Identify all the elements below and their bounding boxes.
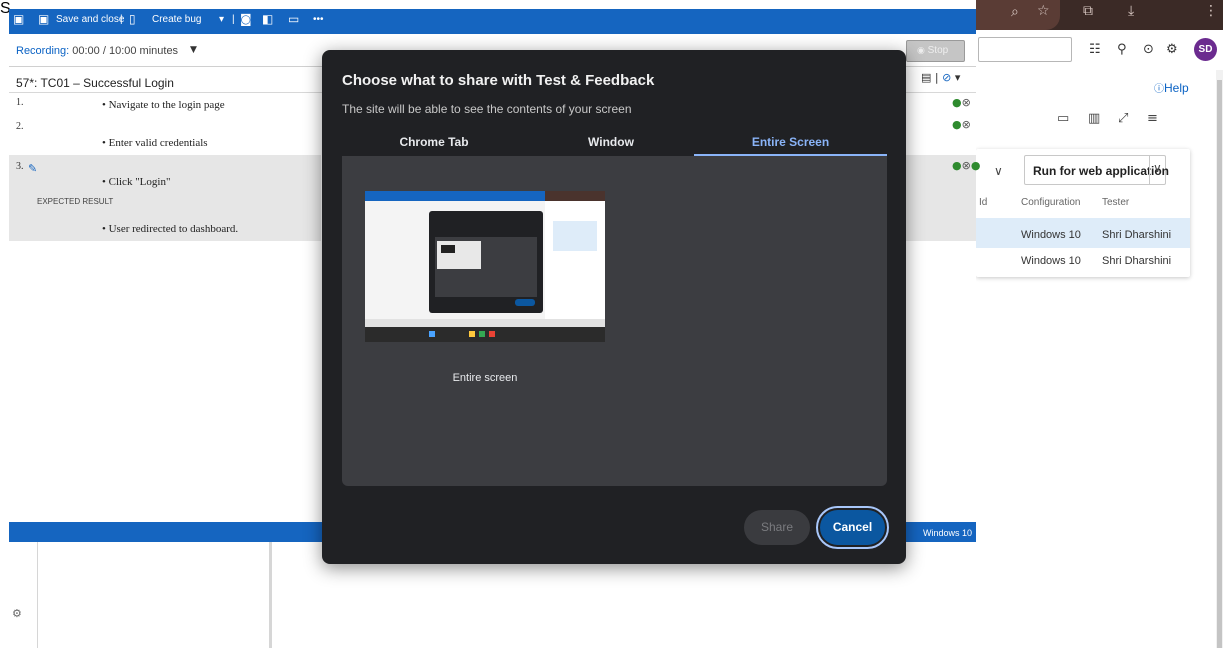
step-1-action: • Navigate to the login page xyxy=(102,99,225,111)
entire-screen-thumbnail[interactable] xyxy=(365,191,605,342)
step-3-text: Click "Login" xyxy=(108,176,171,188)
pass-all-icon[interactable]: ⊘ xyxy=(942,71,951,84)
download-icon[interactable]: ⤓ xyxy=(1128,3,1134,19)
pass-icon[interactable]: ● xyxy=(971,159,981,172)
help-link[interactable]: ⓘHelp xyxy=(1154,80,1189,95)
row-1-configuration: Windows 10 xyxy=(1021,229,1081,241)
tab-entire-screen[interactable]: Entire Screen xyxy=(694,135,887,155)
help-icon: ⓘ xyxy=(1154,84,1164,95)
search-icon[interactable]: ⌕ xyxy=(1011,4,1019,20)
test-case-title: 57*: TC01 – Successful Login xyxy=(16,76,174,90)
capture-notes-icon[interactable]: ◧ xyxy=(262,12,273,26)
settings-gear-icon[interactable]: ⚙ xyxy=(12,607,22,620)
fail-icon[interactable]: ⊗ xyxy=(962,159,971,172)
source-label: Entire screen xyxy=(452,372,518,384)
column-header-id[interactable]: Id xyxy=(979,197,987,208)
lower-left-panel xyxy=(37,542,272,648)
run-button-divider xyxy=(1149,156,1150,184)
save-and-close-icon[interactable]: ▣ xyxy=(38,12,49,26)
page-scrollbar-thumb[interactable] xyxy=(1217,80,1222,648)
pass-icon[interactable]: ● xyxy=(952,96,962,109)
stop-text: Stop xyxy=(927,45,949,56)
create-bug-button[interactable]: Create bug xyxy=(152,14,201,25)
expected-result-label: EXPECTED RESULT xyxy=(37,197,114,206)
save-and-close-button[interactable]: Save and close xyxy=(56,14,124,25)
extensions-icon[interactable]: ⧉ xyxy=(1083,3,1093,19)
step-3-expected-text: User redirected to dashboard. xyxy=(108,223,239,235)
more-options-icon[interactable]: ••• xyxy=(313,14,324,25)
step-3-expected: • User redirected to dashboard. xyxy=(102,223,239,235)
row-2-configuration: Windows 10 xyxy=(1021,255,1081,267)
column-options-icon[interactable]: ▥ xyxy=(1088,111,1100,126)
edit-pencil-icon[interactable]: ✎ xyxy=(28,162,37,175)
share-label: Share xyxy=(760,520,794,534)
test-case-header-icons: ▤ | ⊘ ▾ xyxy=(921,71,961,84)
step-1-outcome[interactable]: ●⊗ xyxy=(952,96,971,109)
user-avatar[interactable]: SD xyxy=(1194,38,1217,61)
column-header-tester[interactable]: Tester xyxy=(1102,197,1129,208)
recording-dropdown-icon[interactable]: ▼ xyxy=(190,45,197,55)
fail-icon[interactable]: ⊗ xyxy=(962,118,971,131)
work-list-icon[interactable]: ☷ xyxy=(1089,42,1101,57)
save-icon[interactable]: ▣ xyxy=(13,12,24,26)
dialog-title: Choose what to share with Test & Feedbac… xyxy=(342,72,655,89)
screenshot-icon[interactable]: ◙ xyxy=(240,12,252,26)
record-screen-icon[interactable]: ▭ xyxy=(288,12,299,26)
step-1-number: 1. xyxy=(16,97,24,108)
filter-icon[interactable]: ≡ xyxy=(1147,111,1158,126)
recording-time: 00:00 / 10:00 minutes xyxy=(72,45,179,57)
notes-icon[interactable]: ▤ xyxy=(921,71,931,84)
dialog-subtitle: The site will be able to see the content… xyxy=(342,102,632,116)
cancel-label: Cancel xyxy=(832,520,873,534)
create-bug-icon[interactable]: ▯ xyxy=(129,12,136,26)
column-header-configuration[interactable]: Configuration xyxy=(1021,197,1080,208)
ado-search-input[interactable] xyxy=(978,37,1072,62)
pass-icon[interactable]: ● xyxy=(952,159,962,172)
recording-status: Recording: 00:00 / 10:00 minutes xyxy=(16,45,178,57)
step-2-text: Enter valid credentials xyxy=(108,137,208,149)
step-2-action: • Enter valid credentials xyxy=(102,137,208,149)
step-3-action: • Click "Login" xyxy=(102,176,171,188)
pass-icon[interactable]: ● xyxy=(952,118,962,131)
outcome-dropdown-icon[interactable]: ▾ xyxy=(955,71,961,84)
toolbar-divider: | xyxy=(120,14,123,25)
user-settings-icon[interactable]: ⚙ xyxy=(1166,42,1178,57)
help-label: Help xyxy=(1164,81,1189,95)
step-1-text: Navigate to the login page xyxy=(108,99,225,111)
bookmark-star-icon[interactable]: ☆ xyxy=(1037,3,1050,19)
expand-icon[interactable]: ⤢ xyxy=(1118,111,1128,126)
marketplace-icon[interactable]: ⚲ xyxy=(1117,42,1127,57)
tab-window[interactable]: Window xyxy=(526,135,696,155)
row-1-tester: Shri Dharshini xyxy=(1102,229,1172,241)
stop-label: ◉ Stop xyxy=(917,45,948,56)
stop-icon: ◉ xyxy=(917,46,925,56)
toolbar-divider: | xyxy=(232,14,235,25)
help-circle-icon[interactable]: ⊙ xyxy=(1143,42,1154,57)
row-2-tester: Shri Dharshini xyxy=(1102,255,1172,267)
step-3-number: 3. xyxy=(16,161,24,172)
step-2-number: 2. xyxy=(16,121,24,132)
tab-chrome-tab[interactable]: Chrome Tab xyxy=(342,135,526,155)
run-options-chevron-icon[interactable]: ∨ xyxy=(1153,161,1162,175)
step-2-outcome[interactable]: ●⊗ xyxy=(952,118,971,131)
step-3-outcome[interactable]: ●⊗● xyxy=(952,159,980,172)
screen-preview-graphic xyxy=(365,191,605,342)
create-bug-dropdown-icon[interactable]: ▾ xyxy=(219,14,224,25)
screen: ⌕ ☆ ⧉ ⤓ S ⋮ ☷ ⚲ ⊙ ⚙ SD ⓘHelp ▭ ▥ ⤢ ≡ ∨ R… xyxy=(0,0,1223,648)
chevron-down-icon[interactable]: ∨ xyxy=(994,164,1003,178)
browser-menu-icon[interactable]: ⋮ xyxy=(1204,3,1218,19)
footer-configuration: Windows 10 xyxy=(923,528,973,538)
panel-view-icon[interactable]: ▭ xyxy=(1057,111,1069,126)
fail-icon[interactable]: ⊗ xyxy=(962,96,971,109)
recording-label: Recording: xyxy=(16,45,70,57)
